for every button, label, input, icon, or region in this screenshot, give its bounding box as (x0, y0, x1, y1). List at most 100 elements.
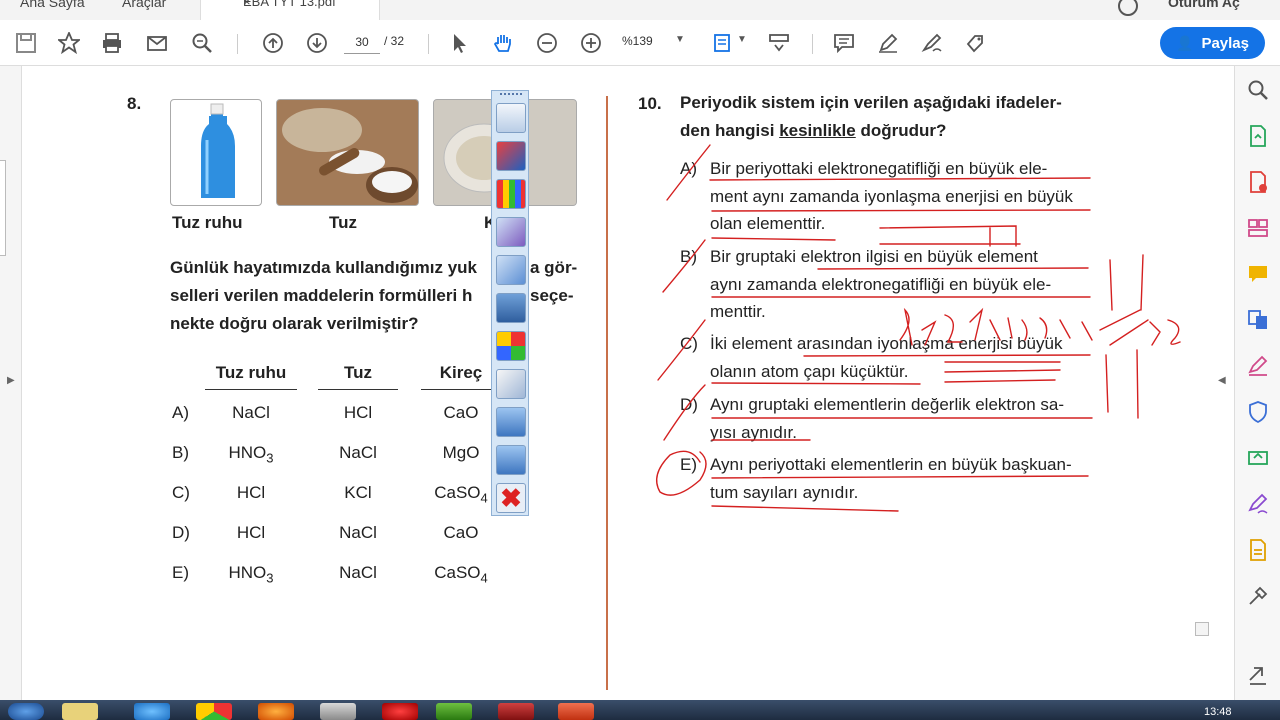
cell-text: NaCl (339, 563, 377, 582)
hand-tool-icon[interactable] (491, 31, 515, 55)
option-letter: C) (172, 483, 190, 502)
chrome-icon[interactable] (196, 703, 232, 720)
print-icon[interactable] (100, 31, 124, 55)
image-caption: Tuz ruhu (172, 213, 243, 232)
zoom-in-icon[interactable] (579, 31, 603, 55)
scroll-mode-icon[interactable] (767, 31, 791, 55)
option-text-line: tum sayıları aynıdır. (710, 482, 859, 502)
page-number-input[interactable]: 30 (344, 30, 380, 54)
option-letter: B) (680, 247, 697, 266)
subscript: 4 (480, 490, 488, 506)
save-icon[interactable] (14, 31, 38, 55)
subscript: 4 (480, 570, 488, 586)
export-pdf-icon[interactable] (1246, 124, 1270, 148)
menu-tools[interactable]: Araçlar (122, 0, 166, 10)
organize-pages-icon[interactable] (1246, 216, 1270, 240)
red-app-icon[interactable] (558, 703, 594, 720)
eraser-icon[interactable] (496, 255, 526, 285)
help-icon[interactable] (1118, 0, 1138, 16)
menu-home[interactable]: Ana Sayfa (20, 0, 85, 10)
save-disk-icon[interactable] (496, 293, 526, 323)
select-cursor-icon[interactable] (448, 31, 472, 55)
cell-text: NaCl (232, 403, 270, 422)
start-button-icon[interactable] (8, 703, 44, 720)
option-text-line: ment aynı zamanda iyonlaşma enerjisi en … (710, 186, 1073, 206)
acrobat-icon[interactable] (498, 703, 534, 720)
annotation-floating-toolbar: ✖ (491, 90, 529, 516)
cell-text: HNO (228, 563, 267, 582)
pen-icon[interactable] (496, 141, 526, 171)
scrollbar-thumb[interactable] (1195, 622, 1209, 636)
page-view-icon[interactable] (711, 31, 735, 55)
signature-icon[interactable] (1246, 492, 1270, 516)
area-eraser-icon[interactable] (496, 217, 526, 247)
option-letter: E) (172, 563, 189, 582)
comment-tool-icon[interactable] (1246, 262, 1270, 286)
sign-in-link[interactable]: Oturum Aç (1168, 0, 1240, 10)
search-icon[interactable] (190, 31, 214, 55)
edit-tools-icon[interactable] (964, 31, 988, 55)
mail-icon[interactable] (145, 31, 169, 55)
opera-icon[interactable] (382, 703, 418, 720)
drag-handle[interactable] (500, 93, 522, 97)
table-cell: NaCl (318, 563, 398, 583)
document-tab[interactable]: EBA TYT 13.pdf × (200, 0, 380, 20)
apps-grid-icon[interactable] (496, 331, 526, 361)
question-8-line: Günlük hayatımızda kullandığımız yuk (170, 258, 478, 277)
question-10-number: 10. (638, 94, 662, 113)
cell-text: CaO (443, 403, 479, 422)
right-tools-panel (1234, 66, 1280, 700)
question-10-stem: den hangisi kesinlikle doğrudur? (680, 121, 947, 140)
send-review-icon[interactable] (1246, 446, 1270, 470)
table-cell: HNO3 (205, 443, 297, 465)
close-tab-icon[interactable]: × (243, 0, 251, 9)
combine-files-icon[interactable] (1246, 308, 1270, 332)
more-tools-icon[interactable] (1246, 584, 1270, 608)
zoom-out-icon[interactable] (535, 31, 559, 55)
sign-icon[interactable] (920, 31, 944, 55)
page-total: / 32 (384, 34, 405, 48)
cell-text: KCl (344, 483, 372, 502)
cell-text: HCl (236, 523, 266, 542)
previous-page-icon[interactable] (261, 31, 285, 55)
comment-icon[interactable] (832, 31, 856, 55)
option-letter: A) (172, 403, 189, 422)
option-text-line: aynı zamanda elektronegatifliği en büyük… (710, 274, 1052, 294)
firefox-icon[interactable] (258, 703, 294, 720)
zoom-dropdown-icon[interactable]: ▼ (675, 34, 685, 45)
column-rule (318, 389, 398, 390)
green-app-icon[interactable] (436, 703, 472, 720)
color-palette-icon[interactable] (496, 179, 526, 209)
option-text-line: Aynı gruptaki elementlerin değerlik elek… (710, 395, 1065, 414)
next-page-icon[interactable] (305, 31, 329, 55)
toolbar: 30 / 32 %139 ▼ ▼ 👤 Paylaş (0, 20, 1280, 66)
screenshot-icon[interactable] (496, 369, 526, 399)
fill-sign-icon[interactable] (1246, 354, 1270, 378)
internet-explorer-icon[interactable] (134, 703, 170, 720)
zoom-level[interactable]: %139 (622, 34, 653, 48)
page-view-dropdown-icon[interactable]: ▼ (737, 34, 747, 45)
file-explorer-icon[interactable] (62, 703, 98, 720)
whiteboard-icon[interactable] (496, 103, 526, 133)
share-button[interactable]: 👤 Paylaş (1160, 27, 1265, 59)
create-pdf-icon[interactable] (1246, 170, 1270, 194)
system-clock: 13:48 (1204, 706, 1232, 718)
collapse-right-panel-icon[interactable]: ◀ (1218, 375, 1226, 386)
table-cell: MgO (421, 443, 501, 463)
undo-icon[interactable] (496, 407, 526, 437)
zoom-search-icon[interactable] (1246, 78, 1270, 102)
protect-shield-icon[interactable] (1246, 400, 1270, 424)
close-icon[interactable]: ✖ (496, 483, 526, 513)
stamp-icon[interactable] (1246, 538, 1270, 562)
option-text-line: Bir periyottaki elektronegatifliği en bü… (710, 159, 1048, 178)
option-letter: D) (172, 523, 190, 542)
left-panel-toggle[interactable] (0, 160, 6, 256)
expand-left-panel-icon[interactable]: ▶ (7, 375, 15, 386)
vertical-scrollbar[interactable] (1196, 66, 1210, 700)
expand-panel-icon[interactable] (1246, 664, 1270, 688)
media-player-icon[interactable] (320, 703, 356, 720)
highlight-pen-icon[interactable] (876, 31, 900, 55)
bookmark-star-icon[interactable] (57, 31, 81, 55)
menu-bar: Ana Sayfa Araçlar EBA TYT 13.pdf × Oturu… (0, 0, 1280, 20)
redo-icon[interactable] (496, 445, 526, 475)
